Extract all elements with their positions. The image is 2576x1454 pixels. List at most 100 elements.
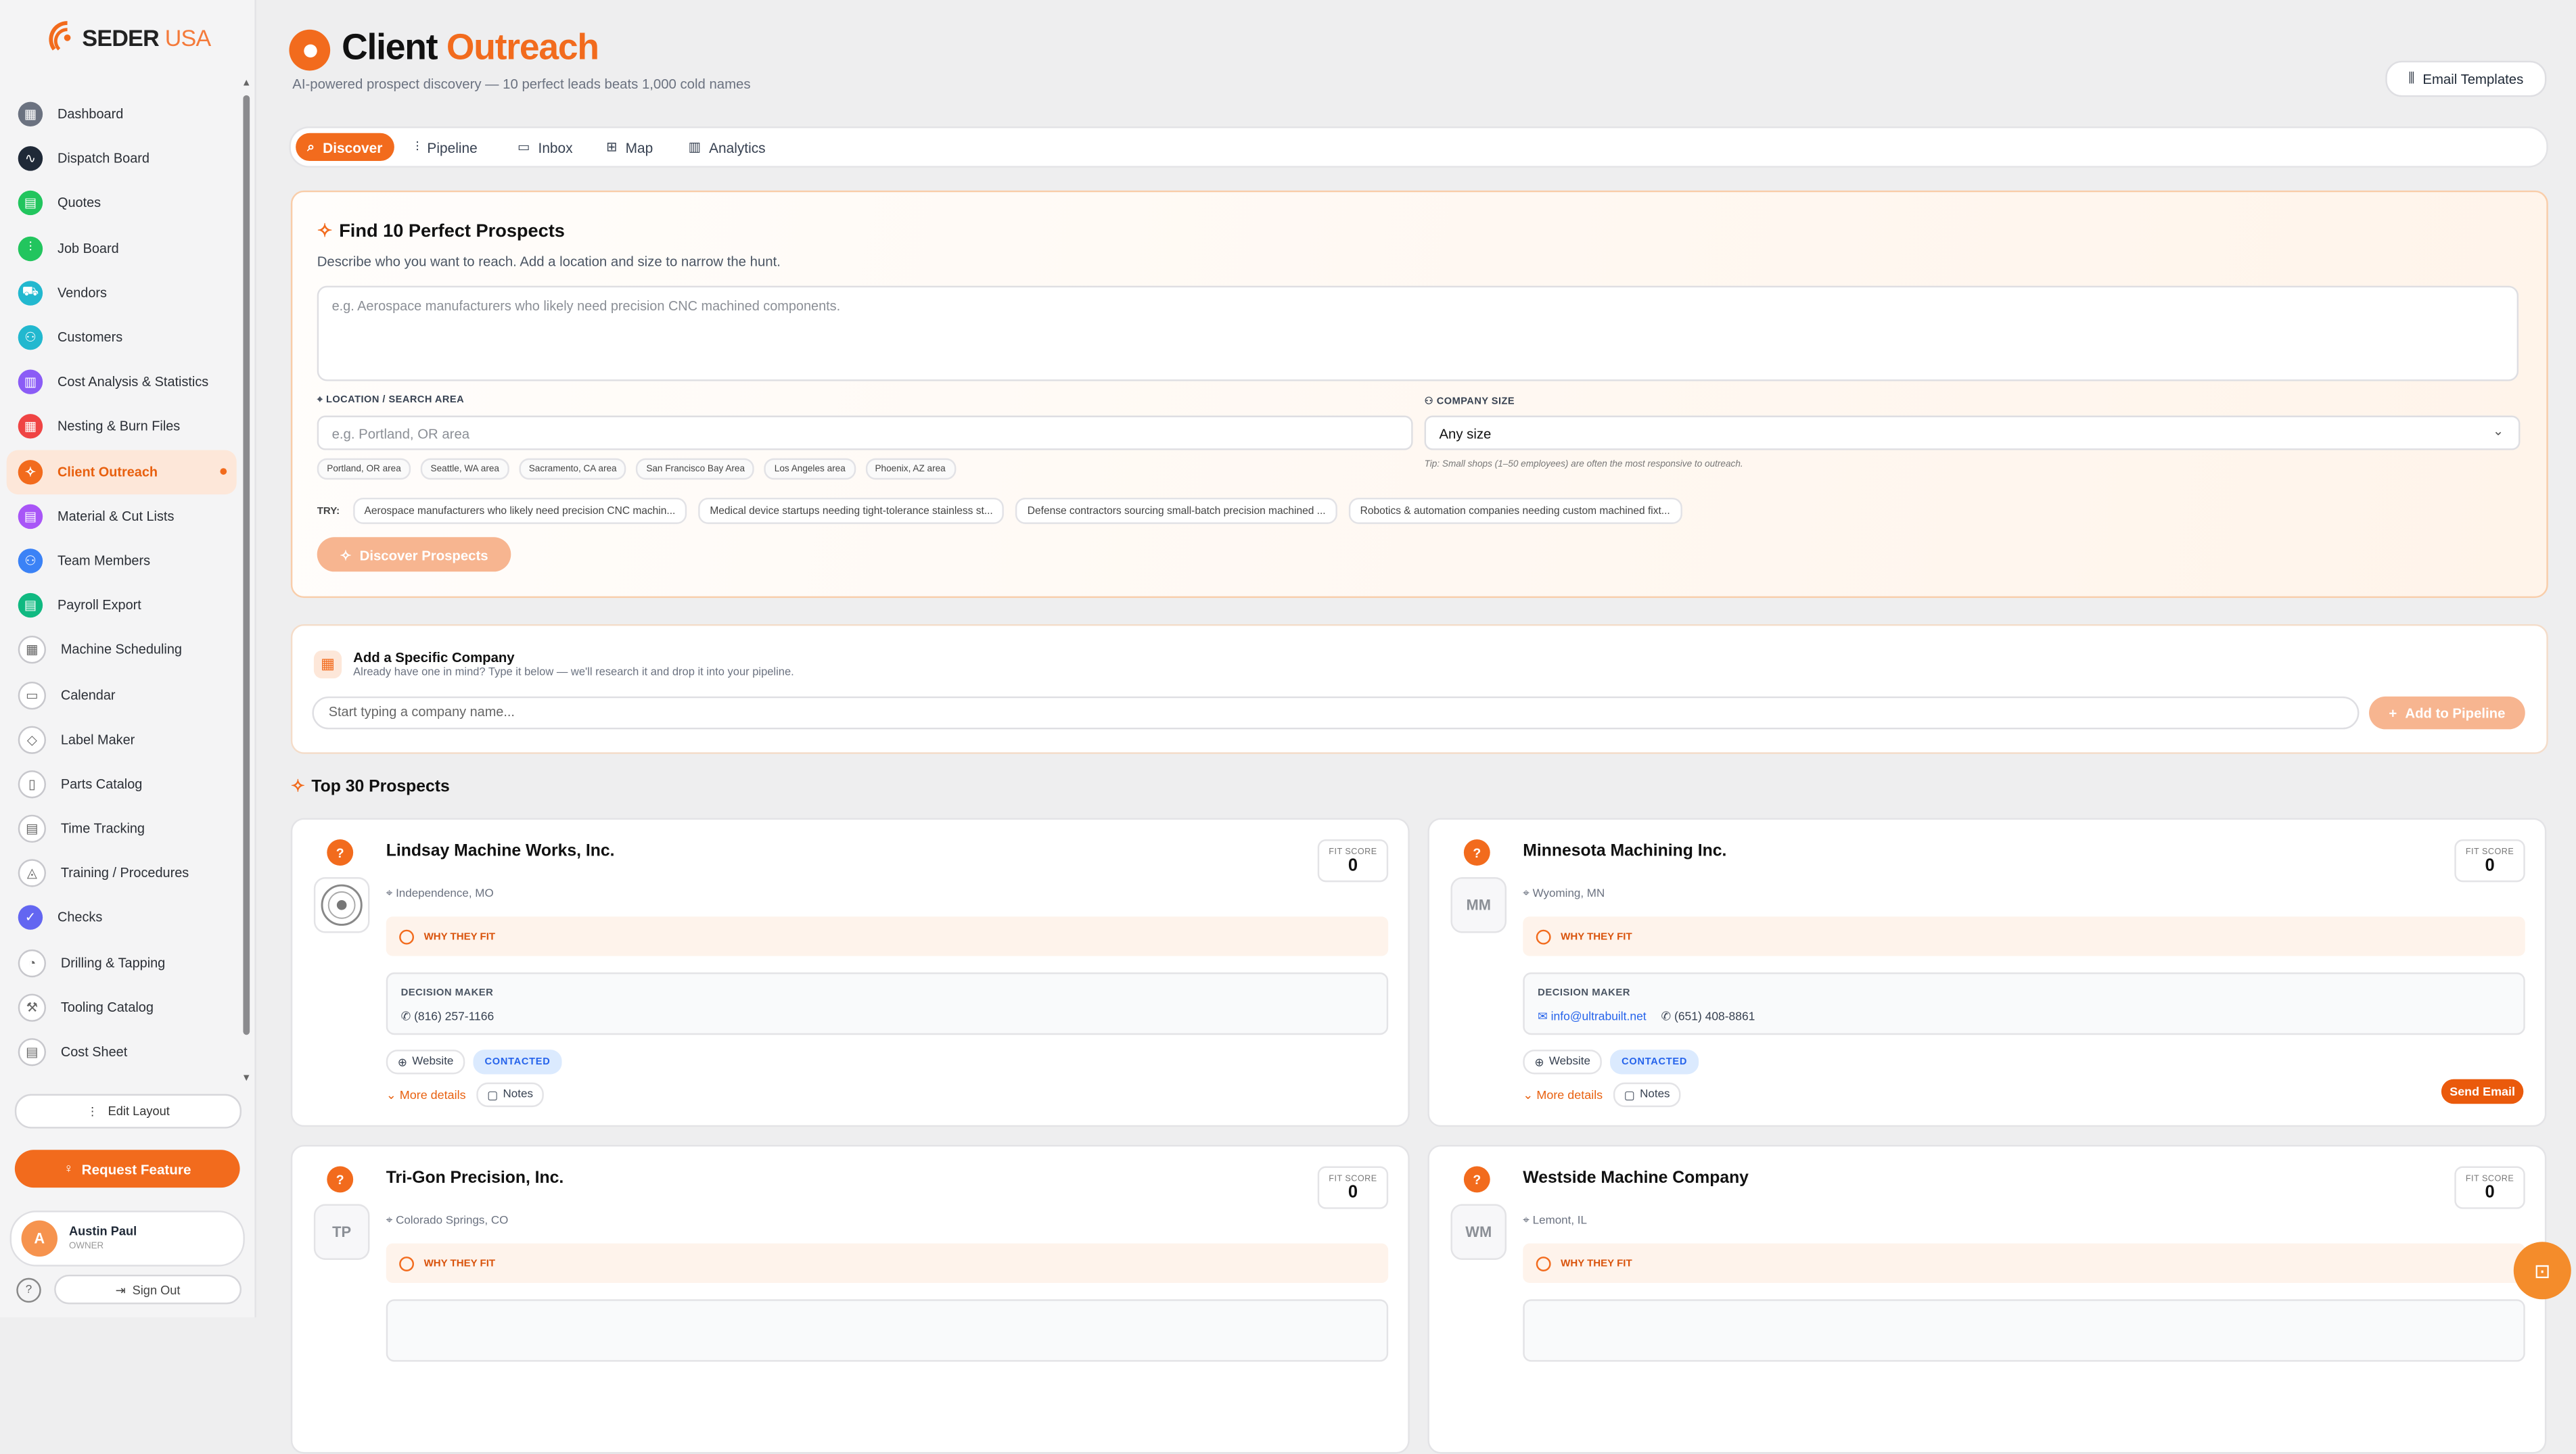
brand-logo[interactable]: SEDER USA (46, 13, 211, 62)
location-chip[interactable]: Seattle, WA area (420, 458, 509, 480)
user-card[interactable]: A Austin Paul OWNER (9, 1211, 245, 1267)
tab-pipeline[interactable]: ⫶ Pipeline (415, 133, 477, 161)
sidebar-item-drilling-tapping[interactable]: ◔ Drilling & Tapping (7, 941, 237, 985)
phone-number[interactable]: ✆ (651) 408-8861 (1661, 1008, 1755, 1023)
scrollbar-thumb[interactable] (243, 95, 250, 1035)
tab-analytics[interactable]: ▥ Analytics (689, 133, 766, 161)
sidebar-item-cost-sheet[interactable]: ▤ Cost Sheet (7, 1030, 237, 1075)
sidebar-item-label: Label Maker (60, 732, 135, 747)
sidebar-item-payroll-export[interactable]: ▤ Payroll Export (7, 583, 237, 628)
sidebar-item-label: Checks (58, 910, 103, 926)
website-link[interactable]: ⊕ Website (386, 1050, 465, 1075)
location-chip[interactable]: Los Angeles area (764, 458, 856, 480)
try-suggestion-chip[interactable]: Medical device startups needing tight-to… (698, 497, 1005, 524)
note-icon: ▢ (1624, 1089, 1635, 1102)
send-email-button[interactable]: Send Email (2441, 1079, 2524, 1104)
company-name[interactable]: Tri-Gon Precision, Inc. (386, 1169, 564, 1188)
notes-button[interactable]: ▢ Notes (476, 1082, 545, 1108)
sidebar-item-dashboard[interactable]: ▦ Dashboard (7, 92, 237, 137)
sidebar-item-label: Training / Procedures (60, 866, 189, 881)
sidebar-item-machine-scheduling[interactable]: ▦ Machine Scheduling (7, 628, 237, 672)
sidebar-item-training-procedures[interactable]: ◬ Training / Procedures (7, 851, 237, 896)
company-name[interactable]: Minnesota Machining Inc. (1523, 843, 1726, 861)
sidebar-item-parts-catalog[interactable]: ▯ Parts Catalog (7, 762, 237, 807)
sidebar-item-label: Nesting & Burn Files (58, 419, 181, 435)
help-icon[interactable]: ? (16, 1277, 41, 1303)
grid-icon: ▦ (18, 101, 43, 127)
company-name[interactable]: Westside Machine Company (1523, 1169, 1749, 1188)
why-they-fit[interactable]: WHY THEY FIT (386, 1243, 1389, 1283)
phone-number[interactable]: ✆ (816) 257-1166 (401, 1008, 495, 1023)
location-chip[interactable]: Portland, OR area (317, 458, 411, 480)
sidebar-item-label: Job Board (58, 241, 119, 256)
email-link[interactable]: ✉ info@ultrabuilt.net (1538, 1008, 1646, 1023)
request-feature-button[interactable]: ♀ Request Feature (14, 1150, 240, 1188)
more-details-button[interactable]: ⌄ More details (386, 1087, 466, 1102)
phone-icon: ✆ (400, 1008, 411, 1024)
notes-button[interactable]: ▢ Notes (1612, 1082, 1682, 1108)
more-details-button[interactable]: ⌄ More details (1523, 1087, 1603, 1102)
assistant-bot-button[interactable]: ⊡ (2513, 1242, 2571, 1300)
sidebar-item-nesting-burn-files[interactable]: ▦ Nesting & Burn Files (7, 404, 237, 449)
location-chip[interactable]: Sacramento, CA area (519, 458, 627, 480)
gauge-icon: ◔ (18, 949, 47, 977)
sidebar-item-customers[interactable]: ⚇ Customers (7, 315, 237, 360)
why-they-fit[interactable]: WHY THEY FIT (386, 916, 1389, 956)
tab-inbox[interactable]: ▭ Inbox (518, 133, 573, 161)
location-input[interactable]: e.g. Portland, OR area (317, 415, 1413, 450)
inbox-icon: ▭ (518, 139, 530, 155)
scroll-up-icon[interactable]: ▲ (242, 79, 251, 89)
sidebar-item-dispatch-board[interactable]: ∿ Dispatch Board (7, 137, 237, 181)
location-chip[interactable]: Phoenix, AZ area (865, 458, 956, 480)
calendar-icon: ▭ (18, 680, 47, 709)
prospect-description-textarea[interactable]: e.g. Aerospace manufacturers who likely … (317, 285, 2519, 381)
fit-score-value: 0 (1348, 1182, 1358, 1202)
why-they-fit[interactable]: WHY THEY FIT (1523, 1243, 2525, 1283)
sidebar-item-vendors[interactable]: ⛟ Vendors (7, 271, 237, 315)
sidebar-item-label: Parts Catalog (60, 776, 143, 792)
company-location: ⌖ Colorado Springs, CO (386, 1215, 509, 1227)
sidebar-item-cost-analysis-statistics[interactable]: ▥ Cost Analysis & Statistics (7, 360, 237, 404)
prospect-card[interactable]: ? Lindsay Machine Works, Inc. ⌖ Independen… (290, 818, 1410, 1127)
try-suggestion-chip[interactable]: Aerospace manufacturers who likely need … (352, 497, 687, 524)
website-link[interactable]: ⊕ Website (1523, 1050, 1602, 1075)
target-icon (1536, 929, 1551, 944)
sidebar-item-quotes[interactable]: ▤ Quotes (7, 181, 237, 226)
try-suggestion-chip[interactable]: Defense contractors sourcing small-batch… (1015, 497, 1337, 524)
company-name[interactable]: Lindsay Machine Works, Inc. (386, 843, 615, 861)
company-size-select[interactable]: Any size ⌄ (1424, 415, 2521, 450)
sidebar-item-client-outreach[interactable]: ✧ Client Outreach (6, 449, 237, 494)
sidebar-item-material-cut-lists[interactable]: ▤ Material & Cut Lists (7, 494, 237, 538)
sidebar-item-label-maker[interactable]: ◇ Label Maker (7, 718, 237, 762)
location-chip[interactable]: San Francisco Bay Area (636, 458, 755, 480)
try-suggestion-chip[interactable]: Robotics & automation companies needing … (1348, 497, 1682, 524)
tab-map[interactable]: ⊞ Map (606, 133, 653, 161)
prospect-card[interactable]: ? WM Westside Machine Company ⌖ Lemont, IL F… (1427, 1144, 2547, 1454)
why-they-fit[interactable]: WHY THEY FIT (1523, 916, 2525, 956)
sidebar-item-team-members[interactable]: ⚇ Team Members (7, 538, 237, 583)
sidebar-item-tooling-catalog[interactable]: ⚒ Tooling Catalog (7, 985, 237, 1030)
sidebar-item-job-board[interactable]: ⫶ Job Board (7, 226, 237, 271)
sidebar-item-label: Time Tracking (60, 821, 145, 837)
sidebar: SEDER USA ▦ Dashboard ∿ Dispatch Board ▤ Quot… (0, 0, 256, 1317)
prospect-card[interactable]: ? MM Minnesota Machining Inc. ⌖ Wyoming, MN… (1427, 818, 2547, 1127)
sidebar-scrollbar[interactable]: ▲ ▼ (242, 79, 252, 1087)
tab-discover[interactable]: ⌕ Discover (296, 133, 394, 162)
sidebar-item-label: Cost Analysis & Statistics (58, 375, 209, 390)
sign-out-button[interactable]: ⇥ Sign Out (54, 1274, 242, 1305)
sidebar-item-label: Customers (58, 330, 123, 346)
prospect-card[interactable]: ? TP Tri-Gon Precision, Inc. ⌖ Colorado Spr… (290, 1144, 1410, 1454)
fit-score: FIT SCORE 0 (1317, 839, 1389, 883)
discover-prospects-button[interactable]: ✧ Discover Prospects (317, 537, 511, 572)
scroll-down-icon[interactable]: ▼ (242, 1075, 251, 1085)
sidebar-item-calendar[interactable]: ▭ Calendar (7, 672, 237, 717)
sidebar-item-checks[interactable]: ✓ Checks (7, 896, 237, 941)
edit-layout-button[interactable]: ⋮ Edit Layout (14, 1094, 242, 1129)
email-templates-button[interactable]: ⫼ Email Templates (2385, 60, 2547, 97)
add-to-pipeline-button[interactable]: + Add to Pipeline (2369, 696, 2525, 730)
sidebar-item-time-tracking[interactable]: ▤ Time Tracking (7, 807, 237, 851)
unknown-status-icon: ? (327, 1166, 354, 1193)
request-feature-label: Request Feature (81, 1160, 191, 1177)
company-name-input[interactable]: Start typing a company name... (312, 696, 2360, 730)
brand-name: SEDER USA (82, 24, 211, 51)
